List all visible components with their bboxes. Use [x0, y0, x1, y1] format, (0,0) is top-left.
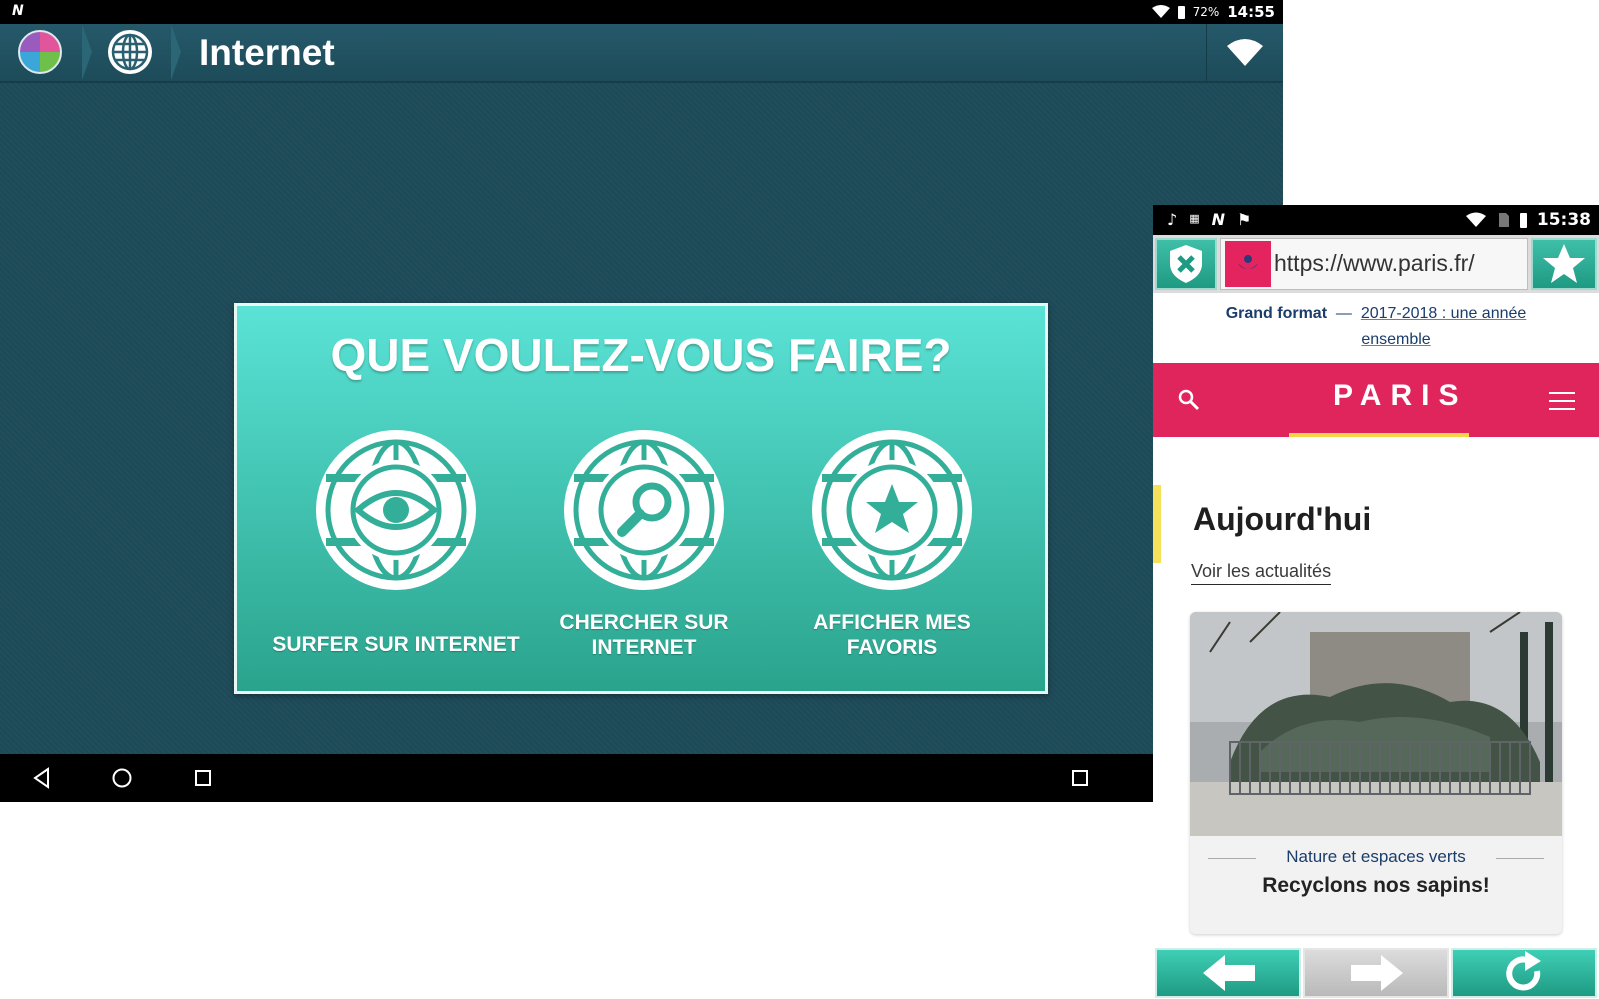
- music-note-icon: ♪: [1167, 210, 1178, 229]
- search-internet-option[interactable]: CHERCHER SUR INTERNET: [512, 426, 776, 660]
- back-icon[interactable]: [30, 766, 54, 790]
- sudoku-icon: ▦: [1189, 212, 1200, 225]
- section-marker: [1153, 485, 1161, 563]
- news-link[interactable]: Voir les actualités: [1191, 561, 1332, 585]
- search-globe-icon: [564, 430, 724, 590]
- news-headline[interactable]: Recyclons nos sapins!: [1190, 874, 1562, 898]
- site-favicon-icon: [1225, 241, 1271, 287]
- main-content: QUE VOULEZ-VOUS FAIRE? SURFER SUR INTERN…: [0, 83, 1283, 754]
- app-home-logo-icon[interactable]: [18, 30, 62, 74]
- show-favorites-option[interactable]: AFFICHER MES FAVORIS: [760, 426, 1024, 660]
- notification-n-icon: N: [12, 3, 24, 19]
- wifi-settings-button[interactable]: [1206, 24, 1283, 81]
- reload-button[interactable]: [1451, 948, 1597, 998]
- promo-banner: Grand format — 2017-2018 : une année ens…: [1153, 301, 1599, 353]
- phone-status-bar: ♪ ▦ N ⚑ 15:38: [1153, 205, 1599, 235]
- divider: [1496, 858, 1544, 859]
- action-panel: QUE VOULEZ-VOUS FAIRE? SURFER SUR INTERN…: [234, 303, 1048, 694]
- news-photo: [1190, 612, 1562, 836]
- search-internet-label: CHERCHER SUR INTERNET: [559, 611, 729, 659]
- menu-icon[interactable]: [1549, 391, 1575, 411]
- phone-status-time: 15:38: [1536, 210, 1591, 230]
- news-category: Nature et espaces verts: [1286, 847, 1466, 866]
- shield-x-icon: [1170, 245, 1202, 283]
- breadcrumb-separator: [82, 24, 92, 80]
- page-title: Internet: [199, 32, 335, 73]
- battery-icon: [1519, 212, 1527, 228]
- surf-internet-option[interactable]: SURFER SUR INTERNET: [264, 426, 528, 657]
- notification-n-icon: N: [1211, 210, 1226, 229]
- wifi-status-icon: [1465, 212, 1486, 227]
- star-icon: [1543, 244, 1585, 283]
- panel-heading: QUE VOULEZ-VOUS FAIRE?: [330, 329, 952, 381]
- tablet-screen: N 72% 14:55 Internet QUE VOULEZ-VOUS FAI…: [0, 0, 1283, 802]
- surf-internet-label: SURFER SUR INTERNET: [272, 633, 520, 656]
- recents-icon[interactable]: [191, 766, 215, 790]
- bookmark-star-button[interactable]: [1531, 238, 1597, 290]
- arrow-left-icon: [1203, 955, 1255, 991]
- browser-nav-bar: [1153, 945, 1599, 999]
- forward-button[interactable]: [1303, 948, 1449, 998]
- url-input[interactable]: https://www.paris.fr/: [1220, 238, 1528, 290]
- search-icon[interactable]: [1177, 388, 1201, 412]
- home-icon[interactable]: [110, 766, 134, 790]
- promo-label: Grand format: [1225, 305, 1328, 322]
- overview-icon[interactable]: [1068, 766, 1092, 790]
- status-bar: N 72% 14:55: [0, 0, 1283, 24]
- show-favorites-label: AFFICHER MES FAVORIS: [813, 611, 971, 659]
- back-button[interactable]: [1155, 948, 1301, 998]
- security-shield-button[interactable]: [1155, 238, 1217, 290]
- active-tab-indicator: [1289, 433, 1469, 437]
- android-nav-bar: [0, 754, 1283, 802]
- promo-dash: —: [1335, 305, 1352, 322]
- phone-screen: ♪ ▦ N ⚑ 15:38 https://www.paris.fr/ Gran…: [1153, 205, 1599, 999]
- promo-link[interactable]: 2017-2018 : une année: [1361, 305, 1526, 322]
- section-title: Aujourd'hui: [1193, 501, 1372, 537]
- battery-percent: 72%: [1192, 5, 1220, 19]
- internet-globe-icon[interactable]: [108, 30, 152, 74]
- eye-globe-icon: [316, 430, 476, 590]
- site-header: PARIS: [1153, 363, 1599, 437]
- flag-icon: ⚑: [1237, 210, 1252, 229]
- breadcrumb-separator: [171, 24, 181, 80]
- wifi-icon: [1227, 39, 1263, 66]
- no-sim-icon: [1498, 213, 1509, 227]
- arrow-right-icon: [1351, 955, 1403, 991]
- paris-logo[interactable]: PARIS: [1333, 379, 1467, 413]
- app-header: Internet: [0, 24, 1283, 83]
- promo-link-continued[interactable]: ensemble: [1361, 331, 1430, 348]
- star-globe-icon: [812, 430, 972, 590]
- url-text: https://www.paris.fr/: [1274, 250, 1475, 276]
- battery-icon: [1177, 5, 1185, 19]
- status-time: 14:55: [1227, 3, 1275, 21]
- browser-toolbar: https://www.paris.fr/: [1153, 235, 1599, 293]
- reload-icon: [1506, 951, 1541, 991]
- news-card[interactable]: Nature et espaces verts Recyclons nos sa…: [1190, 612, 1562, 934]
- wifi-status-icon: [1151, 5, 1170, 18]
